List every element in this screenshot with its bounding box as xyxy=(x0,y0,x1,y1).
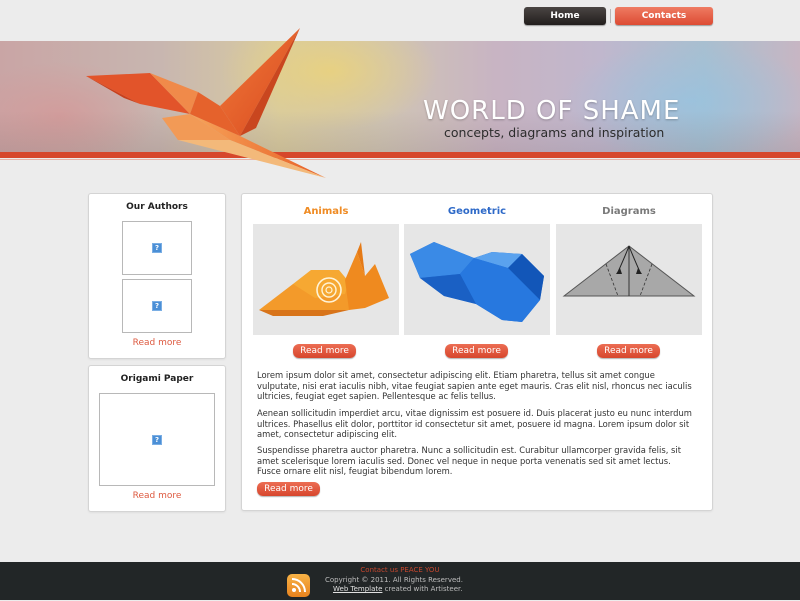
author-image-2: ? xyxy=(122,279,192,333)
footer-credits: Web Template created with Artisteer. xyxy=(333,585,462,593)
authors-read-more-link[interactable]: Read more xyxy=(89,338,225,348)
site-slogan: concepts, diagrams and inspiration xyxy=(444,125,665,140)
content-paragraph-1: Lorem ipsum dolor sit amet, consectetur … xyxy=(257,370,692,401)
nav-separator xyxy=(610,9,611,23)
origami-paper-title: Origami Paper xyxy=(120,374,194,384)
paper-read-more-link[interactable]: Read more xyxy=(89,491,225,501)
content-paragraph-3: Suspendisse pharetra auctor pharetra. Nu… xyxy=(257,445,681,476)
diagrams-image xyxy=(556,224,702,335)
geometric-image xyxy=(404,224,550,335)
origami-diagram-icon xyxy=(562,245,696,297)
footer-contact-link[interactable]: Contact us PEACE YOU xyxy=(0,566,800,574)
author-image-1: ? xyxy=(122,221,192,275)
top-nav: Home Contacts xyxy=(524,6,713,26)
footer: Contact us PEACE YOU Copyright © 2011. A… xyxy=(0,562,800,600)
column-title-geometric[interactable]: Geometric xyxy=(404,206,550,217)
broken-image-icon: ? xyxy=(152,434,162,445)
diagrams-read-more-button[interactable]: Read more xyxy=(597,344,660,358)
animals-image xyxy=(253,224,399,335)
our-authors-title: Our Authors xyxy=(126,202,188,212)
our-authors-box: Our Authors ? ? Read more xyxy=(88,193,226,359)
footer-created-text: created with Artisteer. xyxy=(384,585,463,593)
web-template-link[interactable]: Web Template xyxy=(333,585,382,593)
paper-image: ? xyxy=(99,393,215,486)
content-paragraph-2: Aenean sollicitudin imperdiet arcu, vita… xyxy=(257,408,692,439)
footer-copyright: Copyright © 2011. All Rights Reserved. xyxy=(325,576,463,584)
geometric-read-more-button[interactable]: Read more xyxy=(445,344,508,358)
animals-read-more-button[interactable]: Read more xyxy=(293,344,356,358)
nav-home-button[interactable]: Home xyxy=(524,7,606,25)
broken-image-icon: ? xyxy=(152,301,162,311)
broken-image-icon: ? xyxy=(152,243,162,253)
origami-crane-icon xyxy=(86,28,326,178)
column-title-diagrams[interactable]: Diagrams xyxy=(556,206,702,217)
origami-paper-box: Origami Paper ? Read more xyxy=(88,365,226,512)
column-title-animals[interactable]: Animals xyxy=(253,206,399,217)
origami-snail-icon xyxy=(259,242,389,316)
main-read-more-button[interactable]: Read more xyxy=(257,482,320,496)
site-title: WORLD OF SHAME xyxy=(423,96,681,126)
nav-contacts-button[interactable]: Contacts xyxy=(615,7,713,25)
origami-shell-icon xyxy=(410,242,544,322)
rss-icon[interactable] xyxy=(287,574,310,597)
